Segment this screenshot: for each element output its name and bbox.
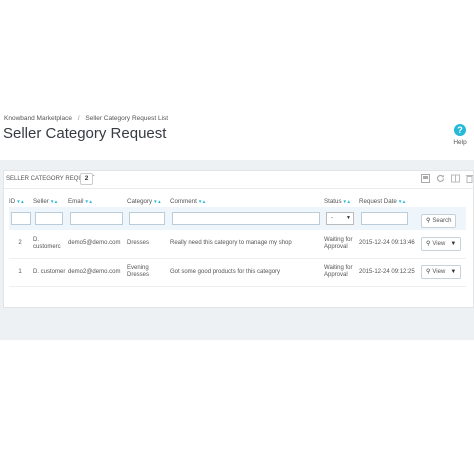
columns-icon[interactable]: [450, 174, 460, 184]
search-icon: ⚲: [426, 218, 431, 224]
col-category[interactable]: Category▼▲: [127, 196, 170, 207]
cell-email: demo2@demo.com: [68, 258, 127, 287]
sort-arrows-icon[interactable]: ▼▲: [84, 199, 92, 204]
filter-row: - ▼ ⚲ Search: [9, 207, 466, 230]
breadcrumb-item-marketplace[interactable]: Knowband Marketplace: [4, 115, 72, 122]
filter-id-input[interactable]: [11, 212, 31, 225]
sort-arrows-icon[interactable]: ▼▲: [198, 199, 206, 204]
filter-seller-input[interactable]: [35, 212, 63, 225]
table-row[interactable]: 1 D. customer demo2@demo.com Evening Dre…: [9, 258, 466, 287]
cell-date: 2015-12-24 09:13:46: [359, 230, 421, 259]
sort-arrows-icon[interactable]: ▼▲: [343, 199, 351, 204]
col-id[interactable]: ID▼▲: [9, 196, 33, 207]
breadcrumb-item-request-list[interactable]: Seller Category Request List: [85, 115, 168, 122]
page-header: Knowband Marketplace / Seller Category R…: [0, 108, 474, 160]
sort-arrows-icon[interactable]: ▼▲: [16, 199, 24, 204]
cell-category: Dresses: [127, 230, 170, 259]
help-icon: ?: [454, 124, 466, 136]
filter-email-input[interactable]: [70, 212, 123, 225]
delete-icon[interactable]: [464, 174, 474, 184]
cell-comment: Got some good products for this category: [170, 258, 324, 287]
filter-status-select[interactable]: - ▼: [326, 212, 354, 225]
help-label: Help: [453, 139, 467, 146]
page-title: Seller Category Request: [3, 125, 167, 142]
sort-arrows-icon[interactable]: ▼▲: [50, 199, 58, 204]
cell-status: Waiting for Approval: [324, 258, 359, 287]
filter-comment-input[interactable]: [172, 212, 320, 225]
col-actions: [421, 196, 466, 207]
view-button[interactable]: ⚲ View ▼: [421, 265, 462, 279]
header-row: ID▼▲ Seller▼▲ Email▼▲ Category▼▲ Comment…: [9, 196, 466, 207]
search-icon: ⚲: [426, 240, 431, 247]
chevron-down-icon: ▼: [346, 215, 351, 221]
cell-seller: D. customer: [33, 258, 68, 287]
refresh-icon[interactable]: [435, 174, 445, 184]
request-list-panel: SELLER CATEGORY REQUEST 2 ID▼▲ Seller▼▲ …: [3, 170, 474, 308]
search-button[interactable]: ⚲ Search: [421, 214, 457, 228]
panel-heading: SELLER CATEGORY REQUEST 2: [4, 171, 473, 189]
sort-arrows-icon[interactable]: ▼▲: [153, 199, 161, 204]
chevron-down-icon[interactable]: ▼: [450, 241, 456, 247]
cell-id: 2: [9, 230, 33, 259]
cell-email: demo5@demo.com: [68, 230, 127, 259]
cell-seller: D. customerc: [33, 230, 68, 259]
chevron-down-icon[interactable]: ▼: [450, 269, 456, 275]
cell-comment: Really need this category to manage my s…: [170, 230, 324, 259]
page: Knowband Marketplace / Seller Category R…: [0, 0, 474, 474]
breadcrumb-separator: /: [77, 115, 80, 122]
cell-status: Waiting for Approval: [324, 230, 359, 259]
view-button[interactable]: ⚲ View ▼: [421, 236, 462, 251]
cell-id: 1: [9, 258, 33, 287]
help-button[interactable]: ? Help: [450, 124, 470, 146]
export-icon[interactable]: [420, 174, 430, 184]
col-comment[interactable]: Comment▼▲: [170, 196, 324, 207]
filter-category-input[interactable]: [129, 212, 165, 225]
cell-category: Evening Dresses: [127, 258, 170, 287]
col-email[interactable]: Email▼▲: [68, 196, 127, 207]
search-icon: ⚲: [426, 269, 431, 275]
breadcrumb: Knowband Marketplace / Seller Category R…: [4, 115, 168, 122]
table-row[interactable]: 2 D. customerc demo5@demo.com Dresses Re…: [9, 230, 466, 259]
count-badge: 2: [80, 173, 93, 185]
sort-arrows-icon[interactable]: ▼▲: [398, 199, 406, 204]
content-area: SELLER CATEGORY REQUEST 2 ID▼▲ Seller▼▲ …: [0, 160, 474, 340]
col-status[interactable]: Status▼▲: [324, 196, 359, 207]
cell-date: 2015-12-24 09:12:25: [359, 258, 421, 287]
col-seller[interactable]: Seller▼▲: [33, 196, 68, 207]
request-table: ID▼▲ Seller▼▲ Email▼▲ Category▼▲ Comment…: [9, 196, 466, 287]
filter-date-input[interactable]: [361, 212, 408, 225]
col-request-date[interactable]: Request Date▼▲: [359, 196, 421, 207]
